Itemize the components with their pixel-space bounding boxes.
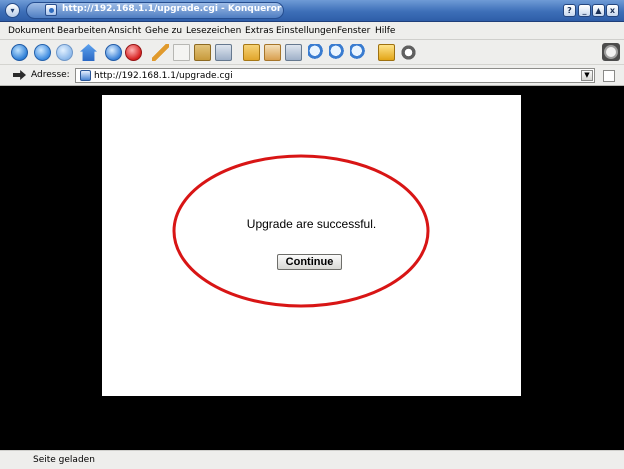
address-label: Adresse: <box>31 70 70 80</box>
up-arrow-icon[interactable] <box>11 44 28 61</box>
cut-icon[interactable] <box>152 44 169 61</box>
menu-extras[interactable]: Extras <box>245 26 273 36</box>
reload-icon[interactable] <box>105 44 122 61</box>
window-menu-button[interactable]: ▾ <box>5 3 20 18</box>
gear-icon[interactable] <box>602 43 620 61</box>
continue-button[interactable]: Continue <box>277 254 342 270</box>
menu-hilfe[interactable]: Hilfe <box>375 26 395 36</box>
address-dropdown-button[interactable]: ▼ <box>581 70 593 81</box>
address-bar: Adresse: http://192.168.1.1/upgrade.cgi … <box>0 65 624 86</box>
success-message: Upgrade are successful. <box>246 217 377 231</box>
menu-dokument[interactable]: Dokument <box>8 26 55 36</box>
content-area: Upgrade are successful. Continue <box>0 87 624 450</box>
web-page: Upgrade are successful. Continue <box>102 95 521 396</box>
address-favicon-icon <box>80 70 91 81</box>
copy-icon[interactable] <box>173 44 190 61</box>
menu-lesezeichen[interactable]: Lesezeichen <box>186 26 241 36</box>
menu-bearbeiten[interactable]: Bearbeiten <box>57 26 106 36</box>
toolbar <box>0 40 624 65</box>
trash-icon[interactable] <box>264 44 281 61</box>
red-ellipse-annotation <box>172 154 430 308</box>
stop-icon[interactable] <box>125 44 142 61</box>
menu-fenster[interactable]: Fenster <box>337 26 370 36</box>
print-icon[interactable] <box>215 44 232 61</box>
zoom-fit-icon[interactable] <box>308 44 325 61</box>
help-button[interactable]: ? <box>563 4 576 17</box>
page-favicon-icon <box>45 4 57 16</box>
window-title: http://192.168.1.1/upgrade.cgi - Konquer… <box>62 4 282 14</box>
menu-ansicht[interactable]: Ansicht <box>108 26 141 36</box>
folder-icon[interactable] <box>243 44 260 61</box>
minimize-button[interactable]: _ <box>578 4 591 17</box>
forward-arrow-icon[interactable] <box>56 44 73 61</box>
window-titlebar[interactable]: ▾ http://192.168.1.1/upgrade.cgi - Konqu… <box>0 0 624 22</box>
menu-einstellungen[interactable]: Einstellungen <box>276 26 337 36</box>
menu-gehe-zu[interactable]: Gehe zu <box>145 26 182 36</box>
back-arrow-icon[interactable] <box>34 44 51 61</box>
close-button[interactable]: x <box>606 4 619 17</box>
status-bar: Seite geladen <box>0 450 624 469</box>
info-icon[interactable] <box>400 44 417 61</box>
bookmark-icon[interactable] <box>285 44 302 61</box>
menubar: Dokument Bearbeiten Ansicht Gehe zu Lese… <box>0 22 624 40</box>
address-url[interactable]: http://192.168.1.1/upgrade.cgi <box>94 71 233 81</box>
home-icon[interactable] <box>80 44 97 61</box>
maximize-button[interactable]: ▲ <box>592 4 605 17</box>
zoom-in-icon[interactable] <box>329 44 346 61</box>
status-text: Seite geladen <box>33 455 95 465</box>
lock-icon[interactable] <box>378 44 395 61</box>
go-icon[interactable] <box>603 70 615 82</box>
paste-icon[interactable] <box>194 44 211 61</box>
clear-address-icon[interactable] <box>13 70 26 80</box>
zoom-out-icon[interactable] <box>350 44 367 61</box>
